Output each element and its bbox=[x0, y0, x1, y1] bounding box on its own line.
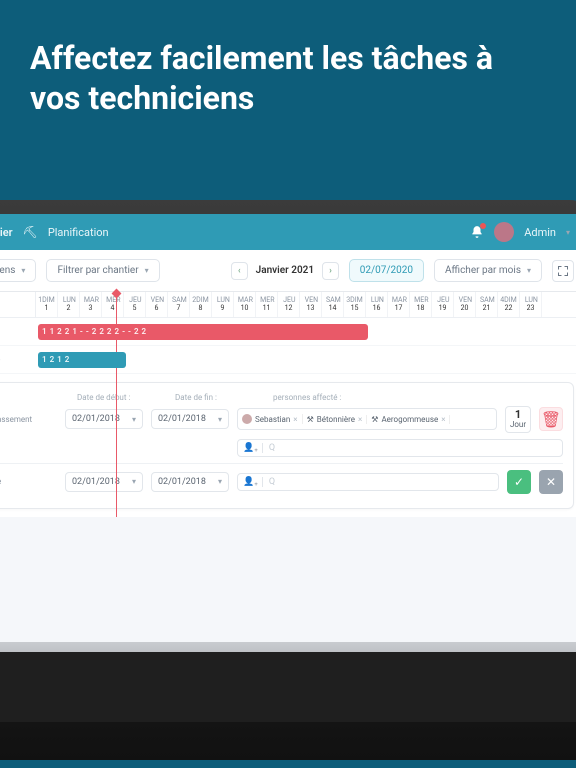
day-header: MAR10 bbox=[234, 292, 256, 317]
day-header: VEN6 bbox=[146, 292, 168, 317]
chevron-down-icon: ▾ bbox=[566, 228, 570, 237]
prev-month-button[interactable]: ‹ bbox=[231, 262, 248, 280]
duration-badge: 1 Jour bbox=[505, 406, 531, 433]
next-month-button[interactable]: › bbox=[322, 262, 339, 280]
staff-chip[interactable]: ⚒Aerogommeuse× bbox=[371, 415, 450, 424]
remove-chip-icon[interactable]: × bbox=[293, 415, 297, 424]
end-date-input[interactable]: 02/01/2018▾ bbox=[151, 472, 229, 492]
day-header: 2DIM8 bbox=[190, 292, 212, 317]
day-header: VEN13 bbox=[300, 292, 322, 317]
confirm-button[interactable]: ✓ bbox=[507, 470, 531, 494]
day-header: MAR17 bbox=[388, 292, 410, 317]
brand-text: ntier bbox=[0, 226, 13, 239]
month-navigator: ‹ Janvier 2021 › bbox=[231, 262, 339, 280]
day-header: JEU12 bbox=[278, 292, 300, 317]
day-header: LUN2 bbox=[58, 292, 80, 317]
chevron-down-icon: ▾ bbox=[527, 266, 531, 275]
day-header: LUN23 bbox=[520, 292, 542, 317]
end-date-input[interactable]: 02/01/2018▾ bbox=[151, 409, 229, 429]
gantt-row-2: 🗑 ie 1212 bbox=[0, 346, 576, 374]
view-mode-select[interactable]: Afficher par mois▾ bbox=[434, 259, 542, 282]
day-header: 3DIM15 bbox=[344, 292, 366, 317]
day-header: MER18 bbox=[410, 292, 432, 317]
staff-chip[interactable]: Sebastian× bbox=[242, 414, 303, 424]
editor-row-1: assement 02/01/2018▾ 02/01/2018▾ Sebasti… bbox=[0, 406, 563, 433]
remove-chip-icon[interactable]: × bbox=[441, 415, 445, 424]
day-header: SAM21 bbox=[476, 292, 498, 317]
day-header: JEU19 bbox=[432, 292, 454, 317]
task-name: assement bbox=[0, 415, 57, 424]
current-month: Janvier 2021 bbox=[256, 265, 314, 276]
person-add-icon: 👤₊ bbox=[243, 443, 258, 453]
label-end-date: Date de fin : bbox=[175, 393, 253, 402]
editor-row-1b: 👤₊ Q bbox=[0, 439, 563, 457]
notification-dot-icon bbox=[480, 223, 486, 229]
calendar-header: 1DIM1 LUN2 MAR3 MER4 JEU5 VEN6 SAM72DIM8… bbox=[0, 292, 576, 318]
day-header: 1DIM1 bbox=[36, 292, 58, 317]
staff-chipbox[interactable]: Sebastian× ⚒Bétonnière×⚒Aerogommeuse× bbox=[237, 408, 497, 430]
filter-chantier[interactable]: Filtrer par chantier▾ bbox=[46, 259, 159, 282]
crane-icon: ⛏ bbox=[23, 225, 38, 239]
editor-row-2: e 02/01/2018▾ 02/01/2018▾ 👤₊ Q ✓ ✕ bbox=[0, 470, 563, 494]
promo-headline: Affectez facilement les tâches à vos tec… bbox=[0, 0, 576, 118]
task-editor-card: Date de début : Date de fin : personnes … bbox=[0, 382, 574, 509]
fullscreen-button[interactable] bbox=[552, 260, 574, 282]
filter-iens[interactable]: iens▾ bbox=[0, 259, 36, 282]
day-header: LUN16 bbox=[366, 292, 388, 317]
staff-chip[interactable]: ⚒Bétonnière× bbox=[307, 415, 368, 424]
chevron-down-icon: ▾ bbox=[21, 266, 25, 275]
avatar[interactable] bbox=[494, 222, 514, 242]
user-menu[interactable]: Admin bbox=[524, 226, 556, 239]
day-header: MAR3 bbox=[80, 292, 102, 317]
day-header: JEU5 bbox=[124, 292, 146, 317]
day-header: LUN9 bbox=[212, 292, 234, 317]
add-person-input[interactable]: 👤₊ Q bbox=[237, 473, 499, 491]
calendar-area: 1DIM1 LUN2 MAR3 MER4 JEU5 VEN6 SAM72DIM8… bbox=[0, 292, 576, 517]
app-topbar: ntier ⛏ Planification Admin ▾ bbox=[0, 214, 576, 250]
chevron-down-icon: ▾ bbox=[145, 266, 149, 275]
cancel-button[interactable]: ✕ bbox=[539, 470, 563, 494]
gantt-row-1: 11221--2222--22 bbox=[0, 318, 576, 346]
task-bar-red[interactable]: 11221--2222--22 bbox=[38, 324, 368, 340]
label-staff: personnes affecté : bbox=[273, 393, 341, 402]
day-header: MER11 bbox=[256, 292, 278, 317]
remove-chip-icon[interactable]: × bbox=[358, 415, 362, 424]
day-header: SAM7 bbox=[168, 292, 190, 317]
add-person-input[interactable]: 👤₊ Q bbox=[237, 439, 563, 457]
nav-planification[interactable]: Planification bbox=[48, 226, 109, 239]
task-bar-teal[interactable]: 1212 bbox=[38, 352, 126, 368]
person-add-icon: 👤₊ bbox=[243, 477, 258, 487]
day-header: 4DIM22 bbox=[498, 292, 520, 317]
day-header: VEN20 bbox=[454, 292, 476, 317]
day-header: SAM14 bbox=[322, 292, 344, 317]
start-date-input[interactable]: 02/01/2018▾ bbox=[65, 472, 143, 492]
toolbar: iens▾ Filtrer par chantier▾ ‹ Janvier 20… bbox=[0, 250, 576, 292]
start-date-input[interactable]: 02/01/2018▾ bbox=[65, 409, 143, 429]
current-date-chip[interactable]: 02/07/2020 bbox=[349, 259, 424, 282]
app-screen: ntier ⛏ Planification Admin ▾ iens▾ Filt… bbox=[0, 214, 576, 644]
task-name: e bbox=[0, 477, 57, 486]
delete-task-button[interactable]: 🗑 bbox=[539, 407, 563, 431]
row-label: 🗑 ie bbox=[0, 355, 36, 364]
notifications-icon[interactable] bbox=[470, 225, 484, 239]
laptop-keyboard bbox=[0, 652, 576, 722]
